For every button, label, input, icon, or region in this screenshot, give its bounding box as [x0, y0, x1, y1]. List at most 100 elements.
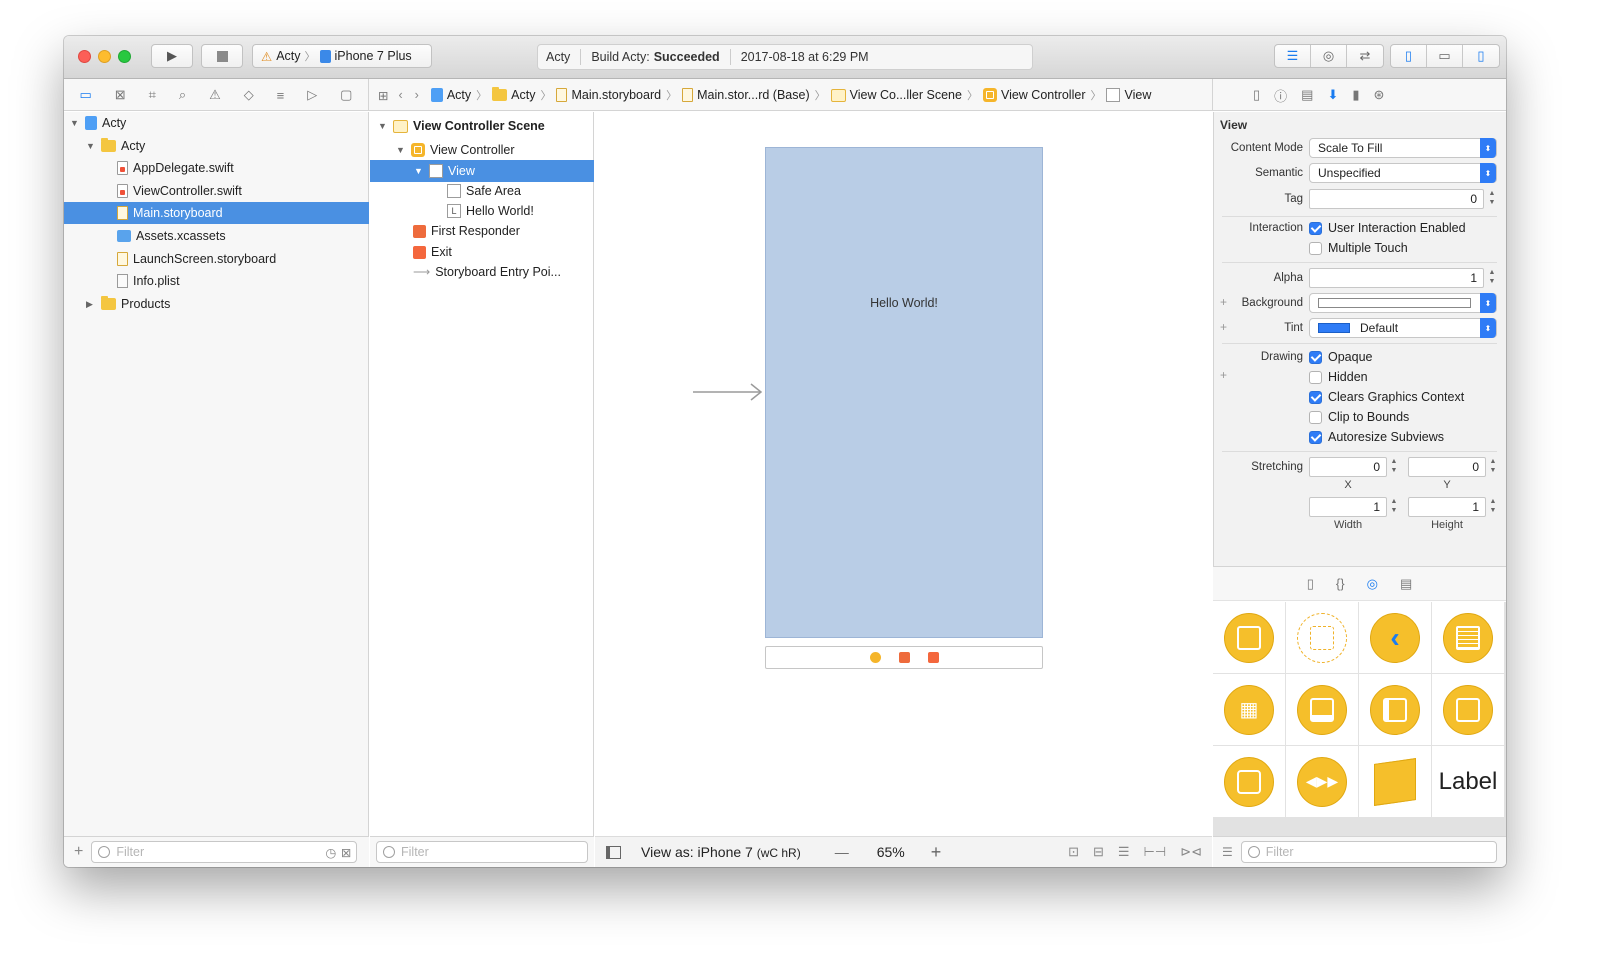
identity-inspector-icon[interactable]: ▤: [1301, 87, 1313, 103]
version-editor-button[interactable]: ⇄: [1347, 45, 1383, 67]
source-control-icon[interactable]: ⊠: [115, 87, 126, 103]
related-items-icon[interactable]: ⊞: [378, 88, 388, 103]
symbol-icon[interactable]: ⌗: [149, 87, 156, 103]
outline-scene[interactable]: ▼ View Controller Scene: [370, 115, 594, 137]
library-item[interactable]: [1213, 746, 1285, 817]
zoom-in-button[interactable]: +: [931, 842, 942, 863]
crumb-base[interactable]: Main.stor...rd (Base): [682, 88, 810, 102]
library-item[interactable]: ▦: [1213, 674, 1285, 745]
stretch-height-field[interactable]: 1: [1408, 497, 1486, 517]
update-frames-icon[interactable]: ⊡: [1068, 844, 1079, 860]
outline-exit[interactable]: Exit: [370, 241, 594, 263]
opaque-checkbox[interactable]: Opaque: [1309, 348, 1372, 366]
outline-view-controller[interactable]: ▼ View Controller: [370, 139, 594, 161]
disclosure-triangle-icon[interactable]: ▼: [396, 145, 406, 155]
library-item[interactable]: [1286, 674, 1358, 745]
library-item[interactable]: [1359, 746, 1431, 817]
stop-button[interactable]: [201, 44, 243, 68]
navigator-filter-input[interactable]: Filter ◷ ⊠: [91, 841, 358, 863]
debug-icon[interactable]: ≡: [277, 88, 285, 103]
disclosure-triangle-icon[interactable]: ▼: [70, 118, 80, 128]
tag-field[interactable]: 0: [1309, 189, 1484, 209]
semantic-popup[interactable]: Unspecified ⬍: [1309, 163, 1497, 183]
resolve-issues-icon[interactable]: ⊳⊲: [1180, 844, 1202, 860]
align-icon[interactable]: ☰: [1118, 844, 1130, 860]
assistant-editor-button[interactable]: ◎: [1311, 45, 1347, 67]
exit-icon[interactable]: [927, 652, 939, 663]
outline-label-item[interactable]: L Hello World!: [370, 200, 594, 222]
library-item[interactable]: [1359, 674, 1431, 745]
tree-item-folder[interactable]: ▼ Acty: [64, 135, 369, 157]
pin-icon[interactable]: ⊢⊣: [1144, 844, 1167, 860]
stretch-height-stepper[interactable]: ▲ ▼: [1488, 497, 1498, 517]
tree-item-file-selected[interactable]: Main.storyboard: [64, 202, 369, 224]
stretch-x-field[interactable]: 0: [1309, 457, 1387, 477]
folder-icon[interactable]: ▭: [79, 87, 91, 103]
scene-view[interactable]: Hello World!: [765, 147, 1043, 638]
crumb-project[interactable]: Acty: [430, 88, 471, 102]
disclosure-triangle-icon[interactable]: ▼: [414, 166, 424, 176]
stretch-x-stepper[interactable]: ▲ ▼: [1389, 457, 1399, 477]
tree-item-file[interactable]: ViewController.swift: [64, 180, 369, 202]
code-snippet-icon[interactable]: {}: [1336, 576, 1345, 591]
help-icon[interactable]: ⓘ: [1274, 86, 1287, 105]
crumb-scene[interactable]: View Co...ller Scene: [830, 88, 962, 102]
library-item[interactable]: [1432, 602, 1504, 673]
content-mode-popup[interactable]: Scale To Fill ⬍: [1309, 138, 1497, 158]
crumb-view-controller[interactable]: View Controller: [982, 88, 1085, 102]
autoresize-checkbox[interactable]: Autoresize Subviews: [1309, 428, 1444, 446]
tag-stepper[interactable]: ▲ ▼: [1487, 189, 1497, 209]
clip-to-bounds-checkbox[interactable]: Clip to Bounds: [1309, 408, 1409, 426]
view-as-button[interactable]: View as: iPhone 7 (wC hR): [641, 844, 801, 860]
tint-color-popup[interactable]: Default ⬍: [1309, 318, 1497, 338]
tree-item-folder[interactable]: ▶ Products: [64, 293, 369, 315]
media-library-icon[interactable]: ▤: [1400, 576, 1412, 592]
attributes-inspector-icon[interactable]: ⬇: [1327, 87, 1338, 103]
add-icon[interactable]: +: [74, 843, 83, 861]
outline-view-selected[interactable]: ▼ View: [370, 160, 594, 182]
entry-point-arrow[interactable]: [691, 382, 767, 402]
crumb-storyboard[interactable]: Main.storyboard: [556, 88, 661, 102]
connections-inspector-icon[interactable]: ⊛: [1374, 87, 1385, 103]
toggle-utilities-button[interactable]: ▯: [1463, 45, 1499, 67]
zoom-out-button[interactable]: —: [835, 844, 849, 860]
background-color-popup[interactable]: ⬍: [1309, 293, 1497, 313]
minimize-window-button[interactable]: [98, 50, 111, 63]
storyboard-canvas[interactable]: Hello World!: [595, 112, 1212, 836]
crumb-view[interactable]: View: [1106, 88, 1151, 102]
library-item[interactable]: Label: [1432, 746, 1504, 817]
stretch-y-stepper[interactable]: ▲ ▼: [1488, 457, 1498, 477]
toggle-outline-icon[interactable]: [606, 845, 621, 859]
recent-files-icon[interactable]: ◷: [325, 845, 336, 860]
back-button[interactable]: ‹: [398, 88, 402, 102]
library-item[interactable]: ‹: [1359, 602, 1431, 673]
stretch-y-field[interactable]: 0: [1408, 457, 1486, 477]
tree-item-file[interactable]: Info.plist: [64, 270, 369, 292]
toggle-debug-area-button[interactable]: ▭: [1427, 45, 1463, 67]
scm-filter-icon[interactable]: ⊠: [341, 845, 351, 860]
add-variation-icon[interactable]: +: [1220, 368, 1227, 382]
standard-editor-button[interactable]: ☰: [1275, 45, 1311, 67]
outline-first-responder[interactable]: First Responder: [370, 220, 594, 242]
library-item[interactable]: [1432, 674, 1504, 745]
disclosure-triangle-icon[interactable]: ▼: [378, 121, 388, 131]
first-responder-icon[interactable]: [898, 652, 910, 663]
hidden-checkbox[interactable]: Hidden: [1309, 368, 1368, 386]
size-inspector-icon[interactable]: ▮: [1352, 87, 1359, 103]
file-template-icon[interactable]: ▯: [1307, 576, 1314, 592]
outline-filter-input[interactable]: Filter: [376, 841, 588, 863]
tree-item-project[interactable]: ▼ Acty: [64, 112, 369, 134]
library-item[interactable]: ◀▶▶: [1286, 746, 1358, 817]
library-filter-input[interactable]: Filter: [1240, 841, 1497, 863]
forward-button[interactable]: ›: [415, 88, 419, 102]
alpha-field[interactable]: 1: [1309, 268, 1484, 288]
breakpoint-icon[interactable]: ▷: [307, 87, 317, 103]
alpha-stepper[interactable]: ▲ ▼: [1487, 268, 1497, 288]
tree-item-file[interactable]: Assets.xcassets: [64, 225, 369, 247]
object-library-icon[interactable]: ◎: [1367, 576, 1378, 592]
outline-safe-area[interactable]: Safe Area: [370, 180, 594, 202]
library-item[interactable]: [1286, 602, 1358, 673]
search-icon[interactable]: ⌕: [179, 87, 186, 103]
crumb-folder[interactable]: Acty: [492, 87, 535, 102]
warning-icon[interactable]: ⚠: [209, 87, 221, 103]
